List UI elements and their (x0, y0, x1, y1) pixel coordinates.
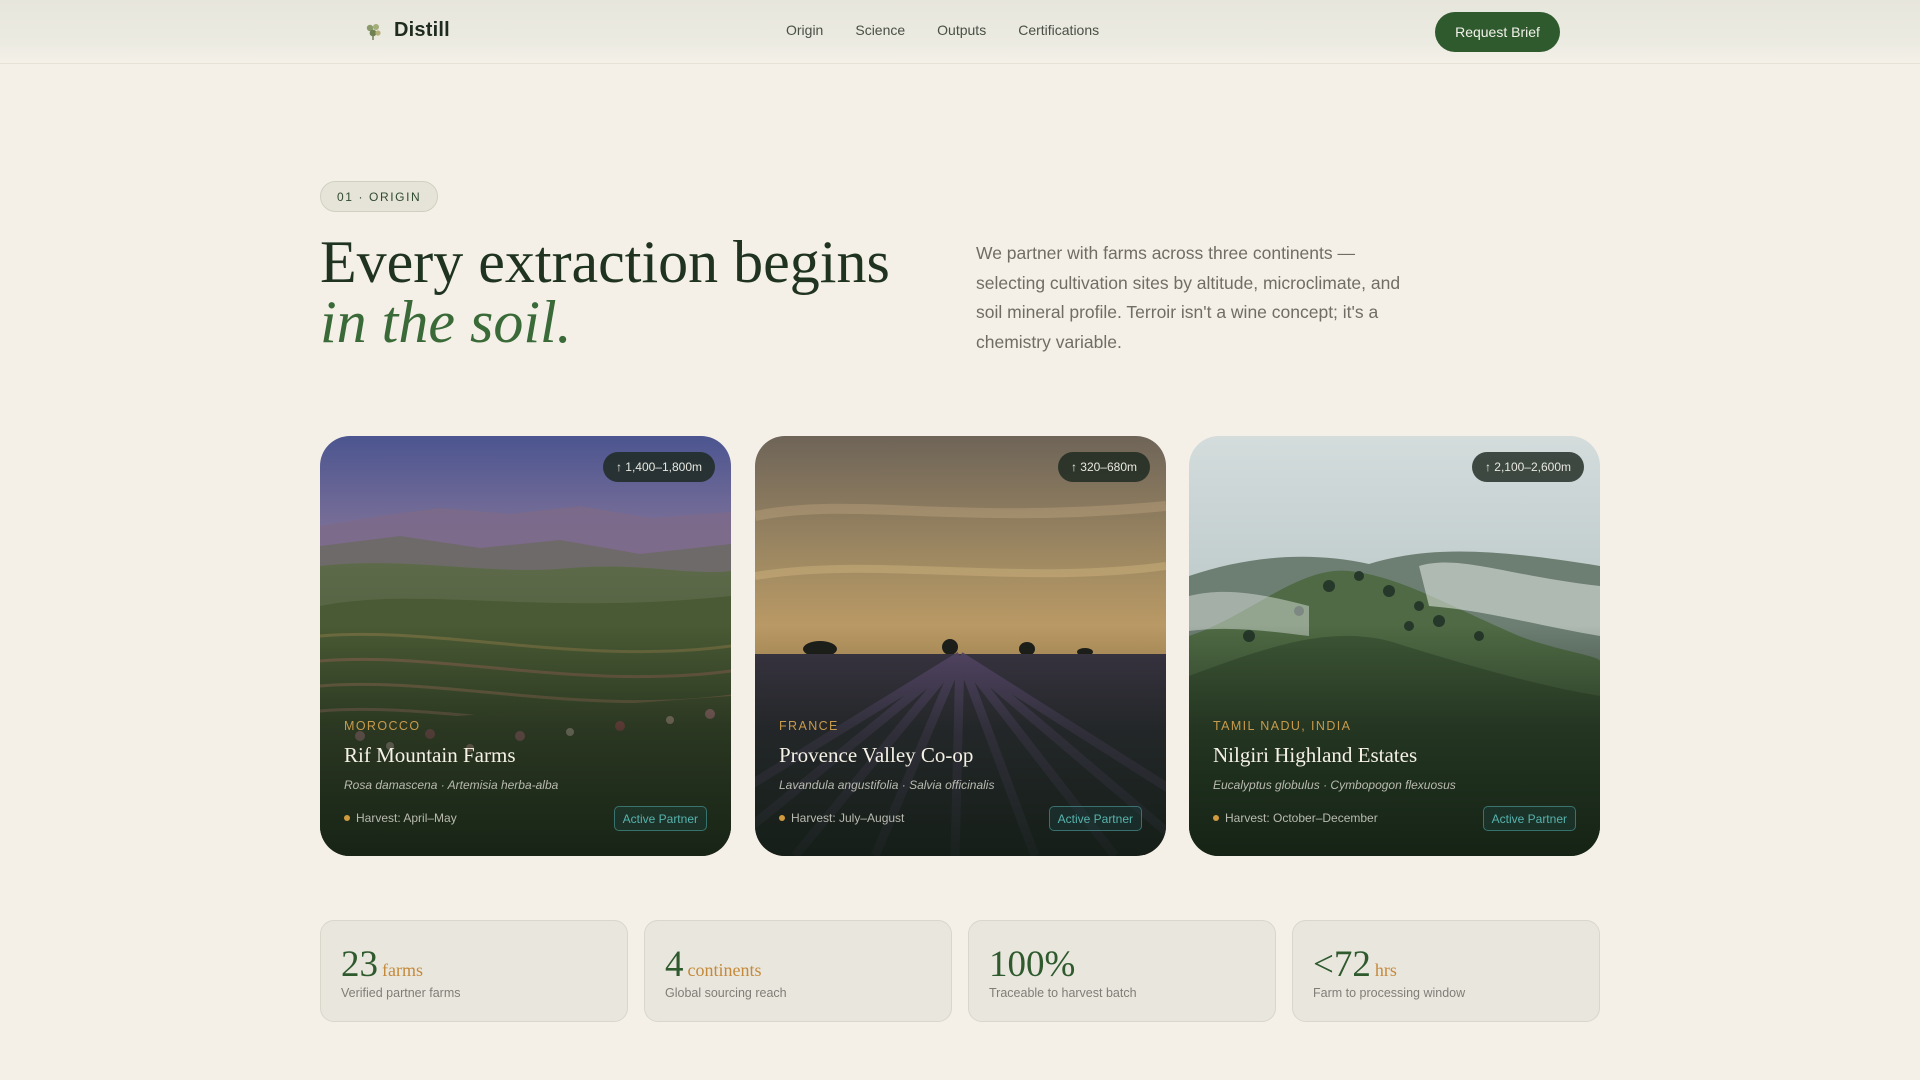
nav-link-outputs[interactable]: Outputs (937, 22, 986, 38)
card-region: MOROCCO (344, 719, 421, 733)
altitude-badge: ↑ 2,100–2,600m (1471, 452, 1584, 482)
brand-name: Distill (394, 19, 450, 41)
stat-number: 4 (665, 944, 684, 985)
request-brief-button[interactable]: Request Brief (1435, 12, 1560, 52)
nav-links: Origin Science Outputs Certifications (786, 22, 1099, 38)
stat-number: 100% (989, 944, 1076, 985)
harvest-dot-icon (1213, 815, 1219, 821)
stat-card-continents: 4 continents Global sourcing reach (644, 920, 952, 1022)
card-species: Rosa damascena · Artemisia herba-alba (344, 778, 559, 792)
nav-link-science[interactable]: Science (855, 22, 905, 38)
stat-unit: farms (382, 960, 423, 980)
harvest-text: Harvest: October–December (1225, 811, 1378, 825)
harvest-text: Harvest: July–August (791, 811, 905, 825)
top-nav: Distill Origin Science Outputs Certifica… (0, 0, 1920, 64)
partner-status-badge: Active Partner (1482, 806, 1576, 831)
card-harvest: Harvest: July–August (779, 811, 904, 825)
stat-value: <72 hrs (1313, 943, 1397, 986)
stat-number: <72 (1313, 944, 1371, 985)
card-species: Lavandula angustifolia · Salvia officina… (779, 778, 995, 792)
partner-status-badge: Active Partner (1048, 806, 1142, 831)
stat-label: Global sourcing reach (665, 986, 787, 1000)
headline-line-1: Every extraction begins (320, 229, 890, 295)
stat-value: 23 farms (341, 943, 423, 986)
stat-card-traceability: 100% Traceable to harvest batch (968, 920, 1276, 1022)
stat-label: Traceable to harvest batch (989, 986, 1137, 1000)
stat-card-processing: <72 hrs Farm to processing window (1292, 920, 1600, 1022)
card-harvest: Harvest: October–December (1213, 811, 1378, 825)
stat-label: Verified partner farms (341, 986, 461, 1000)
stat-number: 23 (341, 944, 378, 985)
stat-unit: continents (687, 960, 762, 980)
leaf-cluster-icon (366, 23, 381, 40)
card-farm-name: Provence Valley Co-op (779, 743, 974, 767)
intro-paragraph: We partner with farms across three conti… (976, 243, 1401, 352)
harvest-dot-icon (779, 815, 785, 821)
headline-line-2: in the soil. (320, 289, 572, 355)
card-region: TAMIL NADU, INDIA (1213, 719, 1352, 733)
card-shade (1189, 436, 1600, 856)
altitude-badge: ↑ 320–680m (1057, 452, 1150, 482)
stat-value: 100% (989, 943, 1075, 986)
stat-value: 4 continents (665, 943, 762, 986)
card-shade (320, 436, 731, 856)
stat-unit: hrs (1374, 960, 1397, 980)
card-region: FRANCE (779, 719, 839, 733)
farm-card-rif[interactable]: ↑ 1,400–1,800m MOROCCO Rif Mountain Farm… (320, 436, 731, 856)
page-headline: Every extraction begins in the soil. (320, 232, 890, 352)
altitude-badge: ↑ 1,400–1,800m (602, 452, 715, 482)
card-shade (755, 436, 1166, 856)
card-harvest: Harvest: April–May (344, 811, 457, 825)
harvest-text: Harvest: April–May (356, 811, 457, 825)
farm-card-provence[interactable]: ↑ 320–680m FRANCE Provence Valley Co-op … (755, 436, 1166, 856)
stat-label: Farm to processing window (1313, 986, 1466, 1000)
harvest-dot-icon (344, 815, 350, 821)
stat-card-farms: 23 farms Verified partner farms (320, 920, 628, 1022)
section-badge: 01 · ORIGIN (320, 181, 439, 212)
card-species: Eucalyptus globulus · Cymbopogon flexuos… (1213, 778, 1456, 792)
nav-link-origin[interactable]: Origin (786, 22, 823, 38)
farm-card-nilgiri[interactable]: ↑ 2,100–2,600m TAMIL NADU, INDIA Nilgiri… (1189, 436, 1600, 856)
partner-status-badge: Active Partner (613, 806, 707, 831)
card-farm-name: Nilgiri Highland Estates (1213, 743, 1418, 767)
card-farm-name: Rif Mountain Farms (344, 743, 516, 767)
brand-logo[interactable]: Distill (364, 19, 450, 42)
nav-link-certifications[interactable]: Certifications (1018, 22, 1099, 38)
